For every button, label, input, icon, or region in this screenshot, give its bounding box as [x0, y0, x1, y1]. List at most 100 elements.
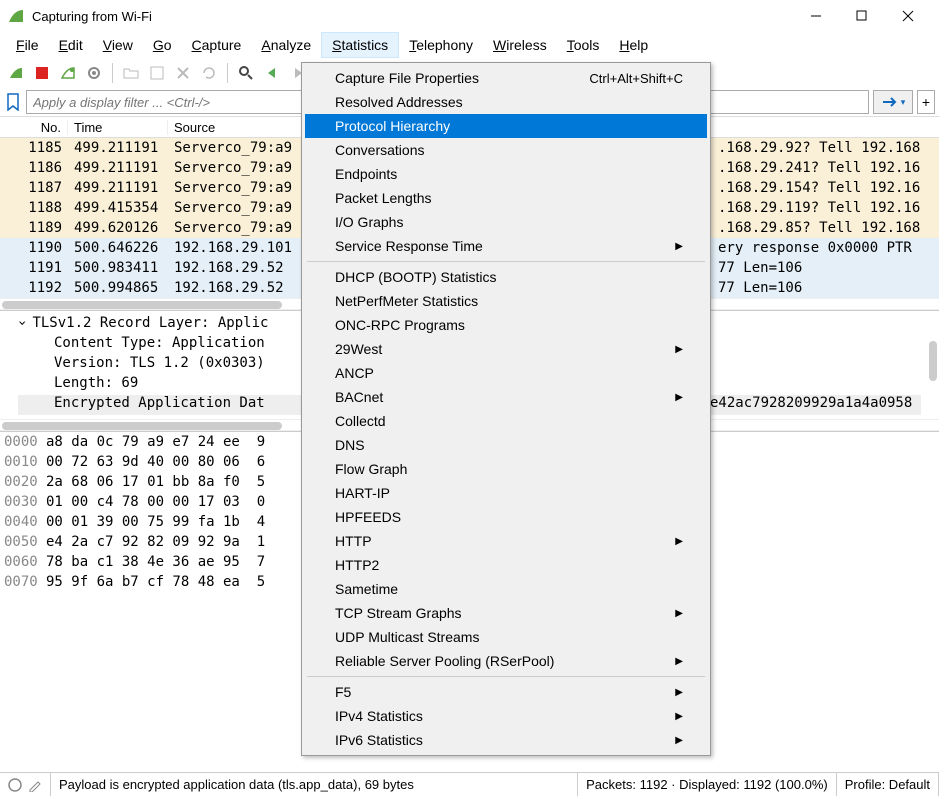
menu-wireless[interactable]: Wireless — [483, 33, 557, 57]
hex-offset: 0070 — [4, 574, 46, 594]
column-source[interactable]: Source — [168, 120, 308, 135]
menu-item-dhcp-bootp-statistics[interactable]: DHCP (BOOTP) Statistics — [305, 265, 707, 289]
menu-item-i-o-graphs[interactable]: I/O Graphs — [305, 210, 707, 234]
menu-item-collectd[interactable]: Collectd — [305, 409, 707, 433]
reload-icon — [201, 65, 217, 81]
menu-item-protocol-hierarchy[interactable]: Protocol Hierarchy — [305, 114, 707, 138]
capture-options-button[interactable] — [82, 61, 106, 85]
menu-item-ipv4-statistics[interactable]: IPv4 Statistics▶ — [305, 704, 707, 728]
menu-item-f5[interactable]: F5▶ — [305, 680, 707, 704]
bookmark-icon[interactable] — [4, 91, 22, 113]
hex-offset: 0050 — [4, 534, 46, 554]
start-capture-button[interactable] — [4, 61, 28, 85]
gear-icon — [86, 65, 102, 81]
cell-time: 499.211191 — [68, 180, 168, 196]
minimize-button[interactable] — [793, 0, 839, 32]
reload-button[interactable] — [197, 61, 221, 85]
menu-item-netperfmeter-statistics[interactable]: NetPerfMeter Statistics — [305, 289, 707, 313]
restart-capture-button[interactable] — [56, 61, 80, 85]
menu-item-endpoints[interactable]: Endpoints — [305, 162, 707, 186]
hex-offset: 0060 — [4, 554, 46, 574]
menu-item-29west[interactable]: 29West▶ — [305, 337, 707, 361]
menu-item-hart-ip[interactable]: HART-IP — [305, 481, 707, 505]
menu-item-reliable-server-pooling-rserpool-[interactable]: Reliable Server Pooling (RSerPool)▶ — [305, 649, 707, 673]
menu-item-udp-multicast-streams[interactable]: UDP Multicast Streams — [305, 625, 707, 649]
open-file-button[interactable] — [119, 61, 143, 85]
close-button[interactable] — [885, 0, 931, 32]
menu-item-label: Flow Graph — [335, 461, 407, 477]
menu-item-bacnet[interactable]: BACnet▶ — [305, 385, 707, 409]
cell-time: 500.983411 — [68, 260, 168, 276]
stop-capture-button[interactable] — [30, 61, 54, 85]
save-file-button[interactable] — [145, 61, 169, 85]
status-message: Payload is encrypted application data (t… — [51, 773, 578, 796]
menu-item-ancp[interactable]: ANCP — [305, 361, 707, 385]
go-back-button[interactable] — [260, 61, 284, 85]
menu-item-hpfeeds[interactable]: HPFEEDS — [305, 505, 707, 529]
menu-item-sametime[interactable]: Sametime — [305, 577, 707, 601]
menu-item-label: ONC-RPC Programs — [335, 317, 465, 333]
hex-offset: 0020 — [4, 474, 46, 494]
menu-item-label: HTTP2 — [335, 557, 379, 573]
menu-item-label: ANCP — [335, 365, 374, 381]
find-button[interactable] — [234, 61, 258, 85]
cell-source: 192.168.29.52 — [168, 260, 308, 276]
menu-item-dns[interactable]: DNS — [305, 433, 707, 457]
cell-time: 499.211191 — [68, 160, 168, 176]
cell-no: 1190 — [0, 240, 68, 256]
cell-source: Serverco_79:a9 — [168, 180, 308, 196]
menu-capture[interactable]: Capture — [182, 33, 252, 57]
maximize-button[interactable] — [839, 0, 885, 32]
toolbar-separator — [112, 63, 113, 83]
menu-item-flow-graph[interactable]: Flow Graph — [305, 457, 707, 481]
filter-apply-button[interactable]: ▾ — [873, 90, 913, 114]
menu-item-label: I/O Graphs — [335, 214, 403, 230]
cell-source: Serverco_79:a9 — [168, 140, 308, 156]
cell-no: 1188 — [0, 200, 68, 216]
menu-item-tcp-stream-graphs[interactable]: TCP Stream Graphs▶ — [305, 601, 707, 625]
save-icon — [149, 65, 165, 81]
menu-telephony[interactable]: Telephony — [399, 33, 483, 57]
stop-icon — [35, 66, 49, 80]
menu-item-packet-lengths[interactable]: Packet Lengths — [305, 186, 707, 210]
menu-analyze[interactable]: Analyze — [251, 33, 321, 57]
menu-item-label: Endpoints — [335, 166, 397, 182]
menu-item-capture-file-properties[interactable]: Capture File PropertiesCtrl+Alt+Shift+C — [305, 66, 707, 90]
menu-help[interactable]: Help — [609, 33, 658, 57]
menu-tools[interactable]: Tools — [557, 33, 610, 57]
menu-statistics[interactable]: Statistics — [321, 32, 399, 58]
expert-info-button[interactable] — [0, 773, 51, 796]
cell-no: 1187 — [0, 180, 68, 196]
menu-file[interactable]: File — [6, 33, 49, 57]
menu-item-conversations[interactable]: Conversations — [305, 138, 707, 162]
vertical-scrollbar[interactable] — [929, 341, 937, 381]
cell-no: 1192 — [0, 280, 68, 296]
menu-item-label: DNS — [335, 437, 365, 453]
wireshark-icon — [8, 8, 24, 24]
menu-edit[interactable]: Edit — [49, 33, 93, 57]
cell-source: 192.168.29.101 — [168, 240, 308, 256]
column-no[interactable]: No. — [0, 120, 68, 135]
close-file-button[interactable] — [171, 61, 195, 85]
menu-item-http[interactable]: HTTP▶ — [305, 529, 707, 553]
menu-item-label: TCP Stream Graphs — [335, 605, 462, 621]
menu-item-onc-rpc-programs[interactable]: ONC-RPC Programs — [305, 313, 707, 337]
cell-source: Serverco_79:a9 — [168, 220, 308, 236]
cell-source: 192.168.29.52 — [168, 280, 308, 296]
add-filter-button[interactable]: + — [917, 90, 935, 114]
menu-item-ipv6-statistics[interactable]: IPv6 Statistics▶ — [305, 728, 707, 752]
menu-item-resolved-addresses[interactable]: Resolved Addresses — [305, 90, 707, 114]
status-profile[interactable]: Profile: Default — [837, 773, 939, 796]
menu-item-service-response-time[interactable]: Service Response Time▶ — [305, 234, 707, 258]
menu-item-label: Conversations — [335, 142, 425, 158]
column-time[interactable]: Time — [68, 120, 168, 135]
cell-time: 499.415354 — [68, 200, 168, 216]
menu-go[interactable]: Go — [143, 33, 182, 57]
menu-item-label: F5 — [335, 684, 351, 700]
submenu-arrow-icon: ▶ — [675, 241, 683, 252]
menu-view[interactable]: View — [93, 33, 143, 57]
hex-offset: 0000 — [4, 434, 46, 454]
menu-item-http2[interactable]: HTTP2 — [305, 553, 707, 577]
submenu-arrow-icon: ▶ — [675, 344, 683, 355]
shark-fin-icon — [8, 65, 24, 81]
